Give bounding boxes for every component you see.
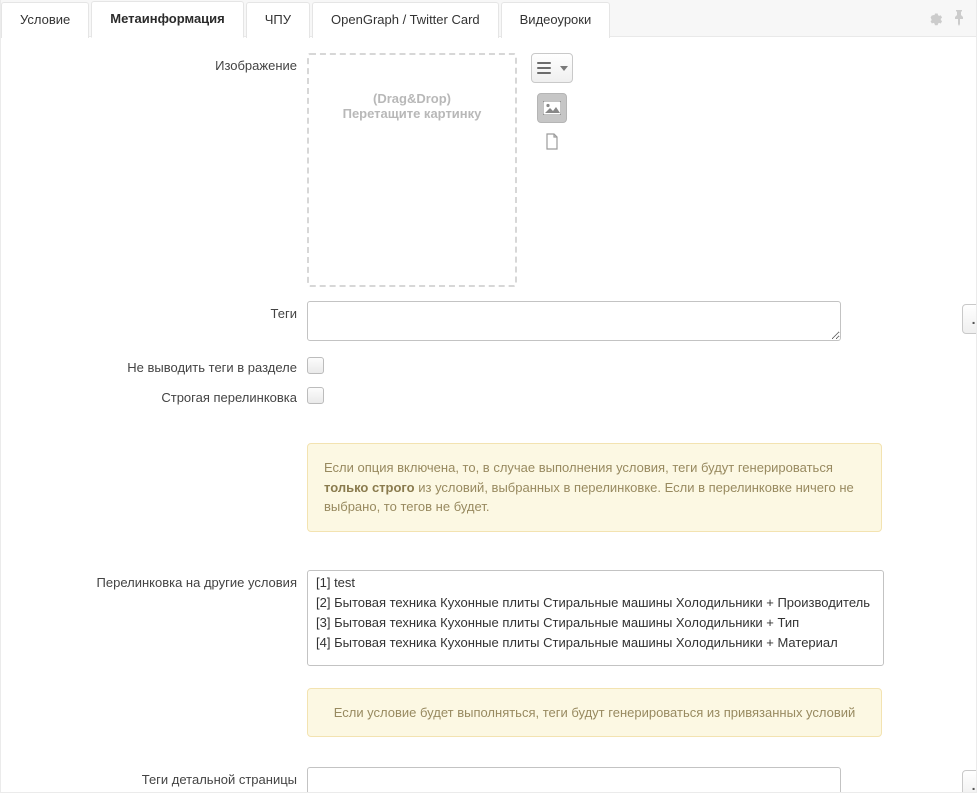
label-detail-tags: Теги детальной страницы [31,767,307,787]
strict-linking-checkbox[interactable] [307,387,324,404]
label-image: Изображение [31,53,307,73]
relink-option[interactable]: [2] Бытовая техника Кухонные плиты Стира… [308,593,883,613]
tab-uslovie[interactable]: Условие [1,2,89,38]
row-strict-note: Если опция включена, то, в случае выполн… [31,443,946,532]
pin-icon[interactable] [952,10,966,26]
field-detail-tags: ... [307,767,946,792]
tags-picker-button[interactable]: ... [962,304,976,334]
field-strict-linking [307,385,946,402]
form-content: Изображение (Drag&Drop) Перетащите карти… [1,37,976,792]
dropzone-text-2: Перетащите картинку [343,106,482,121]
note-text-pre: Если опция включена, то, в случае выполн… [324,460,833,475]
hide-tags-checkbox[interactable] [307,357,324,374]
file-icon[interactable] [545,133,559,153]
image-thumb-icon[interactable] [537,93,567,123]
label-hide-tags: Не выводить теги в разделе [31,355,307,375]
tab-chpu[interactable]: ЧПУ [246,2,310,38]
row-image: Изображение (Drag&Drop) Перетащите карти… [31,53,946,287]
label-tags: Теги [31,301,307,321]
row-strict-linking: Строгая перелинковка [31,385,946,405]
relink-listbox[interactable]: [1] test [2] Бытовая техника Кухонные пл… [307,570,884,666]
row-tags: Теги ... [31,301,946,341]
tab-videouroki[interactable]: Видеоуроки [501,2,611,38]
tabs-bar: Условие Метаинформация ЧПУ OpenGraph / T… [1,0,976,37]
relink-option[interactable]: [4] Бытовая техника Кухонные плиты Стира… [308,633,883,653]
label-strict-linking: Строгая перелинковка [31,385,307,405]
field-strict-note: Если опция включена, то, в случае выполн… [307,443,946,532]
image-menu-button[interactable] [531,53,573,83]
strict-note-box: Если опция включена, то, в случае выполн… [307,443,882,532]
relink-option[interactable]: [3] Бытовая техника Кухонные плиты Стира… [308,613,883,633]
image-side-controls [531,53,573,153]
row-relink: Перелинковка на другие условия [1] test … [31,570,946,666]
row-detail-tags: Теги детальной страницы ... [31,767,946,792]
tab-metainfo[interactable]: Метаинформация [91,1,244,38]
field-image: (Drag&Drop) Перетащите картинку [307,53,946,287]
relink-note-text: Если условие будет выполняться, теги буд… [334,705,856,720]
row-hide-tags: Не выводить теги в разделе [31,355,946,375]
app-frame: Условие Метаинформация ЧПУ OpenGraph / T… [0,0,977,793]
relink-option[interactable]: [1] test [308,573,883,593]
tab-opengraph[interactable]: OpenGraph / Twitter Card [312,2,499,38]
field-relink: [1] test [2] Бытовая техника Кухонные пл… [307,570,946,666]
tags-input[interactable] [307,301,841,341]
tabs: Условие Метаинформация ЧПУ OpenGraph / T… [1,0,612,37]
field-tags: ... [307,301,946,341]
label-empty-2 [31,688,307,693]
image-dropzone[interactable]: (Drag&Drop) Перетащите картинку [307,53,517,287]
row-relink-note: Если условие будет выполняться, теги буд… [31,688,946,738]
label-relink: Перелинковка на другие условия [31,570,307,590]
field-hide-tags [307,355,946,372]
detail-tags-picker-button[interactable]: ... [962,770,976,792]
dropzone-text-1: (Drag&Drop) [373,91,451,106]
detail-tags-input[interactable] [307,767,841,792]
note-text-bold: только строго [324,480,415,495]
relink-note-box: Если условие будет выполняться, теги буд… [307,688,882,738]
field-relink-note: Если условие будет выполняться, теги буд… [307,688,946,738]
hamburger-icon [537,62,551,74]
label-empty-1 [31,443,307,448]
caret-down-icon [560,66,568,71]
tabs-actions [926,10,976,26]
gear-icon[interactable] [926,10,942,26]
